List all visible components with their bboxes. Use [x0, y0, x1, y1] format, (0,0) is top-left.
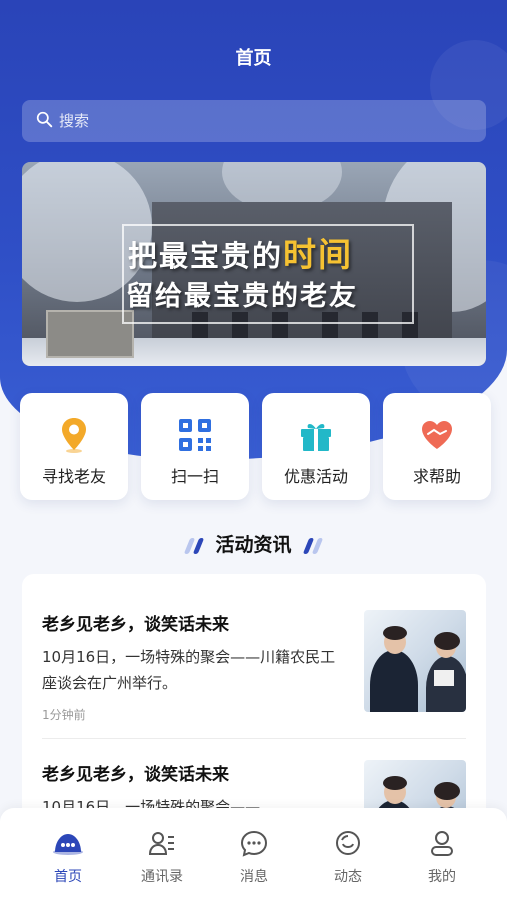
quick-action-find-friends[interactable]: 寻找老友	[20, 393, 128, 500]
tab-moments[interactable]: 动态	[308, 828, 388, 886]
banner-headline: 把最宝贵的时间	[128, 235, 354, 274]
news-desc: 10月16日，一场特殊的聚会——川籍农民工座谈会在广州举行。	[42, 648, 336, 692]
news-title: 老乡见老乡，谈笑话未来	[42, 615, 229, 635]
news-time: 1分钟前	[42, 708, 86, 722]
tab-profile[interactable]: 我的	[402, 828, 482, 886]
news-item[interactable]: 老乡见老乡，谈笑话未来 10月16日，一场特殊的聚会——川籍农民工座谈会在广州举…	[42, 610, 466, 730]
quick-action-promotions[interactable]: 优惠活动	[262, 393, 370, 500]
home-chat-icon	[51, 828, 85, 858]
tab-home[interactable]: 首页	[28, 828, 108, 886]
quick-action-scan[interactable]: 扫一扫	[141, 393, 249, 500]
banner-highlight: 时间	[283, 235, 354, 274]
news-title: 老乡见老乡，谈笑话未来	[42, 765, 229, 785]
promo-banner[interactable]: 把最宝贵的时间 留给最宝贵的老友	[22, 162, 486, 366]
page-title: 首页	[235, 48, 272, 69]
section-title-news: 活动资讯	[0, 530, 507, 557]
profile-icon	[425, 828, 459, 858]
gift-icon	[296, 415, 336, 455]
tab-messages[interactable]: 消息	[214, 828, 294, 886]
search-input[interactable]	[59, 112, 439, 130]
contacts-icon	[145, 828, 179, 858]
news-thumbnail	[364, 610, 466, 712]
news-card: 老乡见老乡，谈笑话未来 10月16日，一场特殊的聚会——川籍农民工座谈会在广州举…	[22, 574, 486, 834]
divider	[42, 738, 466, 739]
banner-subline: 留给最宝贵的老友	[126, 281, 358, 312]
qr-code-icon	[175, 415, 215, 455]
message-icon	[237, 828, 271, 858]
tab-contacts[interactable]: 通讯录	[122, 828, 202, 886]
help-heart-icon	[417, 415, 457, 455]
quick-action-help[interactable]: 求帮助	[383, 393, 491, 500]
location-pin-icon	[54, 415, 94, 455]
moments-icon	[331, 828, 365, 858]
bottom-tab-bar: 首页 通讯录 消息 动态 我的	[0, 808, 507, 900]
search-icon	[36, 111, 53, 132]
search-bar[interactable]	[22, 100, 486, 142]
